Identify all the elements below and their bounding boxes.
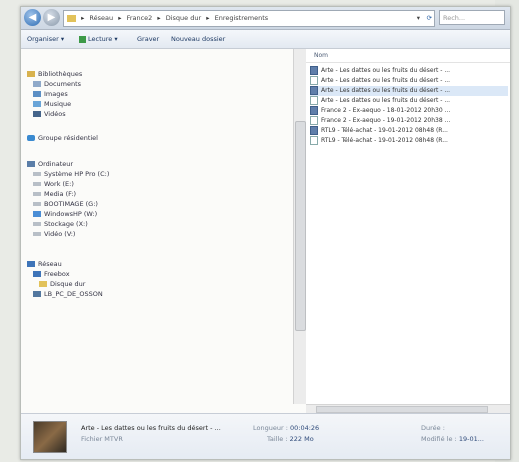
breadcrumb-item[interactable]: Enregistrements: [215, 14, 269, 22]
sidebar-item-hard-disk[interactable]: Disque dur: [39, 279, 85, 289]
folder-icon: [39, 281, 47, 287]
sidebar-item-computer[interactable]: Ordinateur: [27, 159, 73, 169]
back-button[interactable]: ◀: [24, 9, 41, 26]
details-size: Taille : 222 Mo: [267, 435, 314, 443]
library-icon: [27, 71, 35, 77]
breadcrumb-separator-icon: ▸: [206, 14, 210, 22]
drive-icon: [33, 202, 41, 206]
drive-icon: [33, 222, 41, 226]
windows-drive-icon: [33, 211, 41, 217]
computer-icon: [33, 291, 41, 297]
file-row[interactable]: France 2 - Ex-aequo - 18-01-2012 20h30 .…: [310, 106, 508, 116]
play-icon: [79, 35, 86, 43]
sidebar-item-drive[interactable]: BOOTIMAGE (G:): [33, 199, 98, 209]
chevron-down-icon[interactable]: ▾: [417, 11, 420, 26]
drive-icon: [33, 182, 41, 186]
breadcrumb-separator-icon: ▸: [81, 14, 85, 22]
file-row[interactable]: RTL9 - Télé-achat - 19-01-2012 08h48 (R.…: [310, 136, 508, 146]
drive-icon: [33, 192, 41, 196]
network-device-icon: [33, 271, 41, 277]
new-folder-button[interactable]: Nouveau dossier: [171, 30, 225, 48]
explorer-window: ◀ ▶ ▸ Réseau ▸ France2 ▸ Disque dur ▸ En…: [20, 6, 511, 460]
refresh-icon[interactable]: ⟳: [427, 11, 432, 26]
navigation-pane: Bibliothèques Documents Images Musique V…: [21, 49, 291, 404]
sidebar-item-libraries[interactable]: Bibliothèques: [27, 69, 82, 79]
scrollbar-thumb[interactable]: [316, 406, 488, 413]
videos-icon: [33, 111, 41, 117]
scrollbar-thumb[interactable]: [295, 121, 306, 331]
read-label: Lecture ▾: [88, 35, 118, 43]
file-row-selected[interactable]: Arte - Les dattes ou les fruits du déser…: [310, 86, 508, 96]
sidebar-item-drive[interactable]: Stockage (X:): [33, 219, 88, 229]
file-row[interactable]: Arte - Les dattes ou les fruits du déser…: [310, 96, 508, 106]
homegroup-icon: [27, 135, 35, 141]
sidebar-item-videos[interactable]: Vidéos: [33, 109, 66, 119]
sidebar-item-drive[interactable]: Vidéo (V:): [33, 229, 75, 239]
sidebar-item-homegroup[interactable]: Groupe résidentiel: [27, 133, 98, 143]
file-row[interactable]: Arte - Les dattes ou les fruits du déser…: [310, 76, 508, 86]
sidebar-item-freebox[interactable]: Freebox: [33, 269, 70, 279]
file-list-pane: Nom Arte - Les dattes ou les fruits du d…: [306, 49, 510, 404]
details-modified: Modifié le : 19-01...: [421, 435, 484, 443]
file-list-horizontal-scrollbar[interactable]: [306, 404, 510, 413]
sidebar-item-music[interactable]: Musique: [33, 99, 71, 109]
sidebar-item-network-pc[interactable]: LB_PC_DE_OSSON: [33, 289, 103, 299]
sidebar-item-drive[interactable]: Work (E:): [33, 179, 74, 189]
file-row[interactable]: Arte - Les dattes ou les fruits du déser…: [310, 66, 508, 76]
file-icon: [310, 136, 318, 145]
file-icon: [310, 76, 318, 85]
drive-icon: [33, 232, 41, 236]
file-icon: [310, 116, 318, 125]
burn-button[interactable]: Graver: [137, 30, 159, 48]
sidebar-item-images[interactable]: Images: [33, 89, 68, 99]
video-file-icon: [310, 106, 318, 115]
sidebar-item-drive[interactable]: Media (F:): [33, 189, 76, 199]
computer-icon: [27, 161, 35, 167]
file-row[interactable]: RTL9 - Télé-achat - 19-01-2012 08h48 (R.…: [310, 126, 508, 136]
details-length: Longueur : 00:04:26: [253, 424, 320, 432]
folder-icon: [67, 14, 76, 22]
breadcrumb-separator-icon: ▸: [118, 14, 122, 22]
video-thumbnail: [33, 421, 67, 453]
breadcrumb-item[interactable]: France2: [127, 14, 153, 22]
drive-icon: [33, 172, 41, 176]
read-button[interactable]: Lecture ▾: [79, 30, 118, 48]
video-file-icon: [310, 126, 318, 135]
file-icon: [310, 96, 318, 105]
sidebar-item-drive[interactable]: Système HP Pro (C:): [33, 169, 109, 179]
music-icon: [33, 101, 41, 107]
search-input[interactable]: Rech...: [439, 10, 505, 25]
images-icon: [33, 91, 41, 97]
documents-icon: [33, 81, 41, 87]
breadcrumb-item[interactable]: Réseau: [89, 14, 113, 22]
navigation-scrollbar[interactable]: [293, 49, 306, 404]
sidebar-item-network[interactable]: Réseau: [27, 259, 62, 269]
forward-button[interactable]: ▶: [43, 9, 60, 26]
breadcrumb-item[interactable]: Disque dur: [166, 14, 201, 22]
details-type: Fichier MTVR: [81, 435, 123, 443]
details-pane: Arte - Les dattes ou les fruits du déser…: [21, 413, 510, 459]
address-field[interactable]: ▸ Réseau ▸ France2 ▸ Disque dur ▸ Enregi…: [63, 10, 435, 27]
breadcrumb-separator-icon: ▸: [157, 14, 161, 22]
video-file-icon: [310, 66, 318, 75]
address-bar-area: ◀ ▶ ▸ Réseau ▸ France2 ▸ Disque dur ▸ En…: [21, 7, 510, 30]
sidebar-item-documents[interactable]: Documents: [33, 79, 81, 89]
video-file-icon: [310, 86, 318, 95]
sidebar-item-drive[interactable]: WindowsHP (W:): [33, 209, 97, 219]
command-bar: Organiser ▾ Lecture ▾ Graver Nouveau dos…: [21, 30, 510, 49]
details-title: Arte - Les dattes ou les fruits du déser…: [81, 424, 221, 432]
organize-button[interactable]: Organiser ▾: [27, 30, 64, 48]
network-icon: [27, 261, 35, 267]
details-duration: Durée :: [421, 424, 445, 432]
column-header-name[interactable]: Nom: [306, 49, 510, 63]
file-row[interactable]: France 2 - Ex-aequo - 19-01-2012 20h38 .…: [310, 116, 508, 126]
